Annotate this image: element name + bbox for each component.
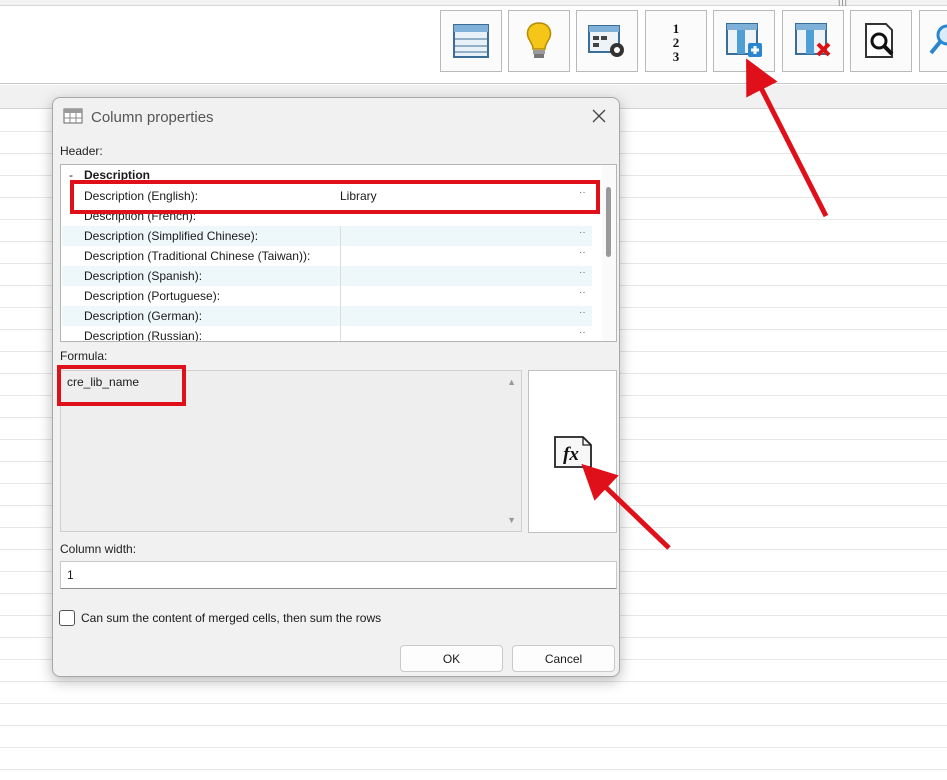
annotation-arrows	[581, 58, 829, 550]
arrow-to-insert-column	[746, 58, 829, 218]
arrow-to-fx-button	[581, 463, 671, 550]
